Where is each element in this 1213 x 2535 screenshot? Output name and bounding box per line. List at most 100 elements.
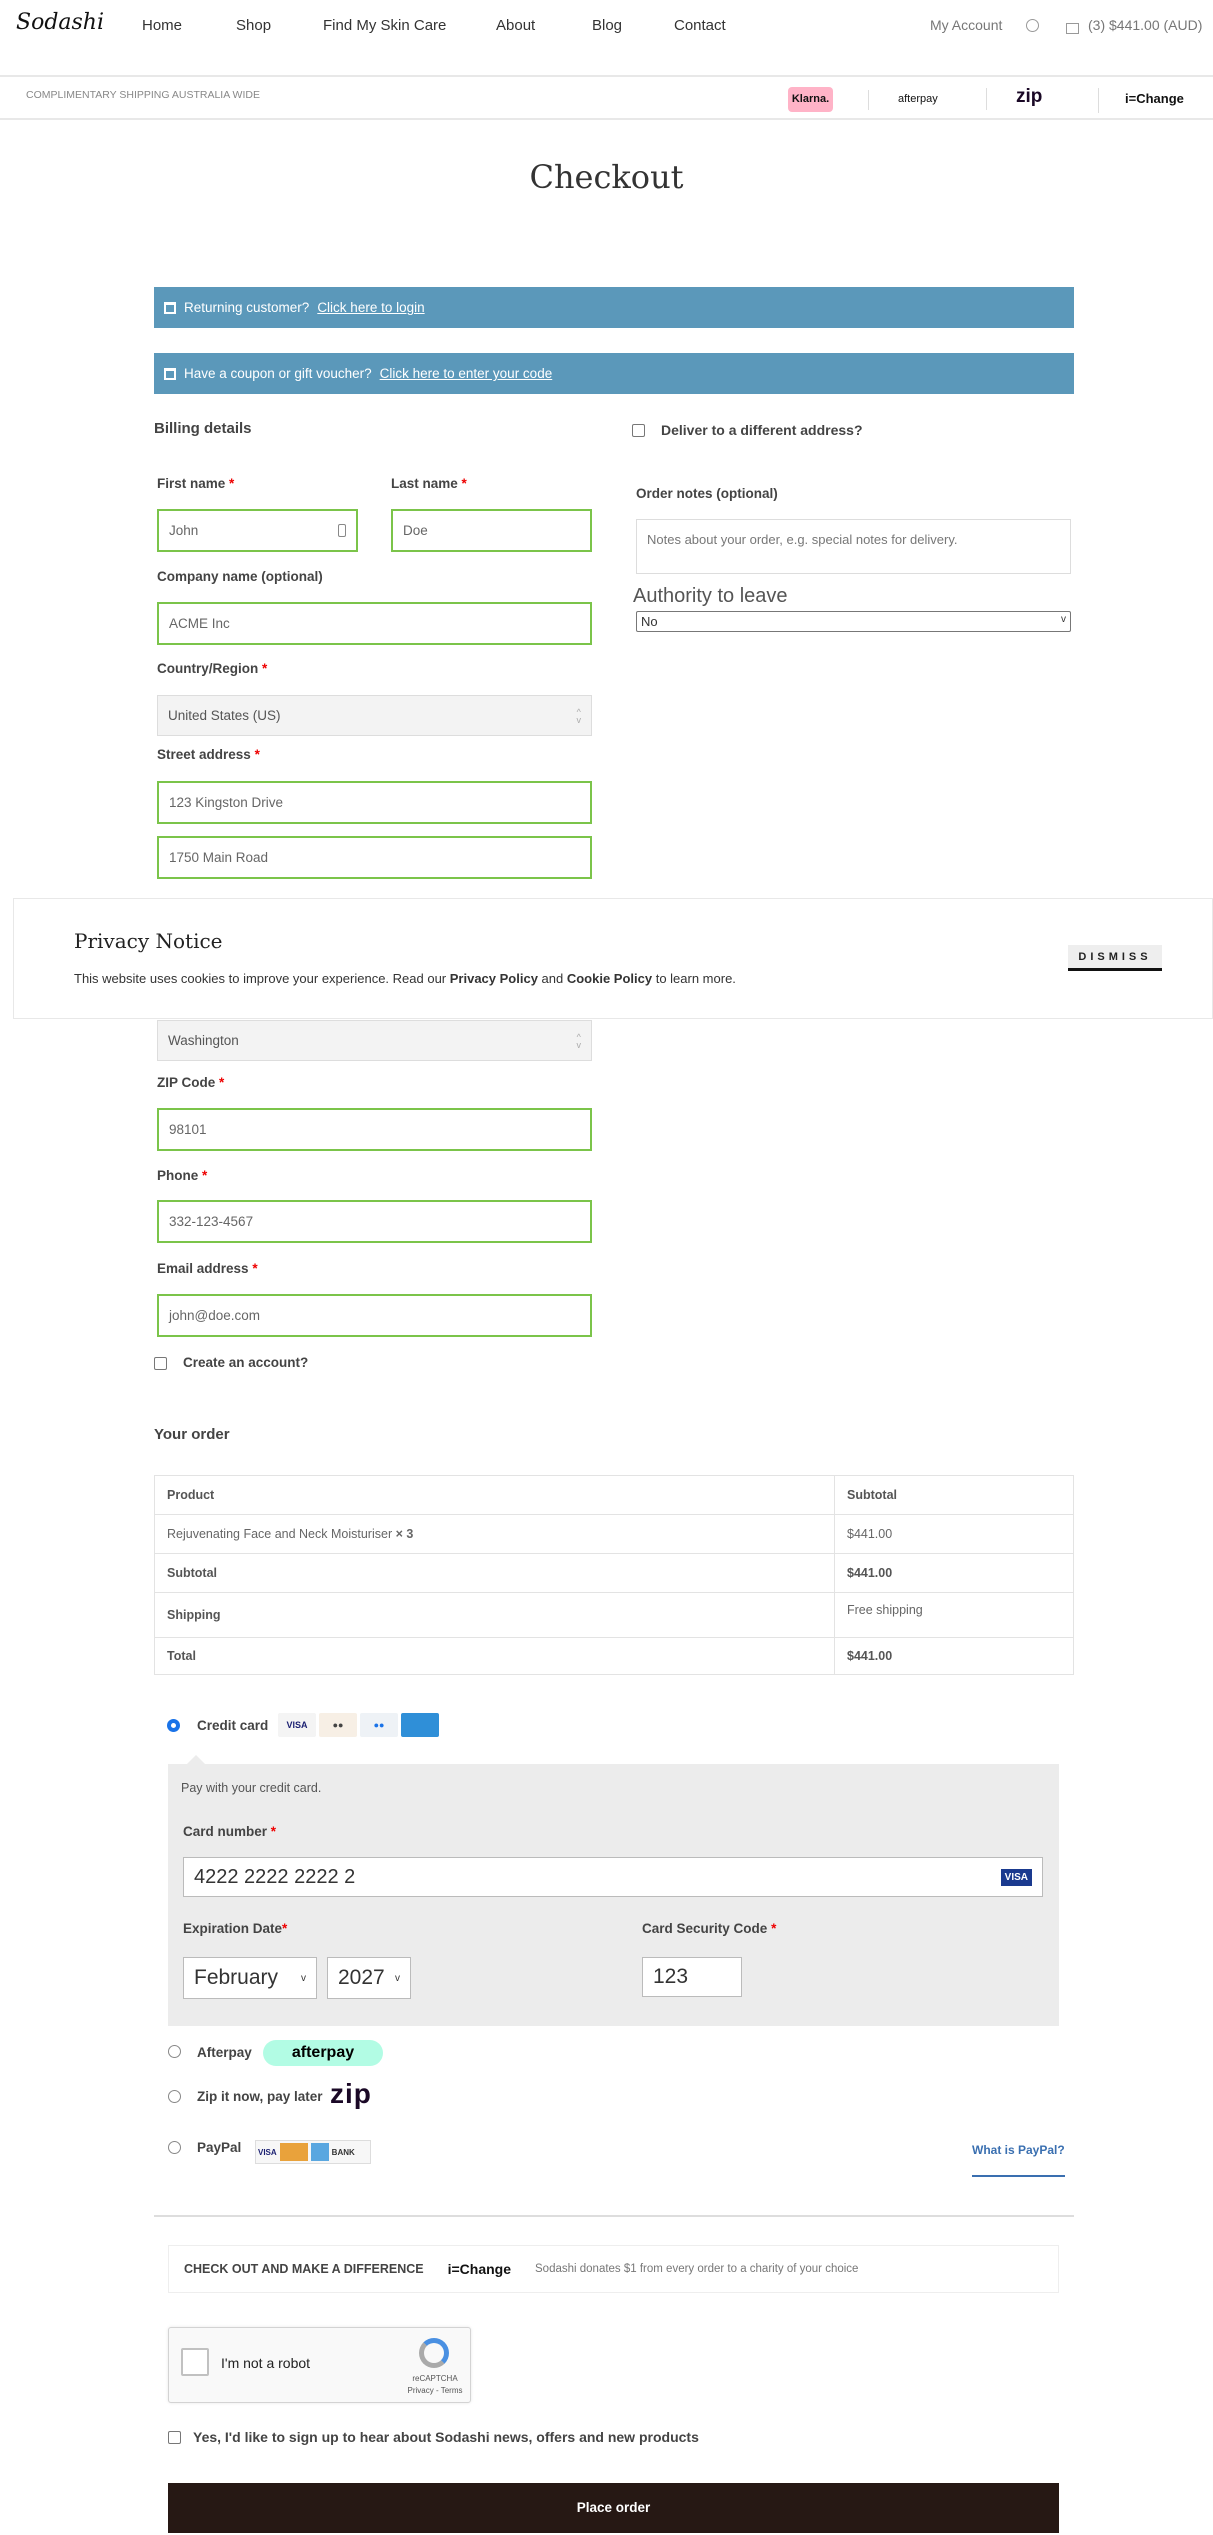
- autofill-icon[interactable]: [338, 524, 346, 537]
- search-icon[interactable]: [1026, 19, 1039, 32]
- recaptcha-checkbox[interactable]: [181, 2348, 209, 2376]
- paypal-radio[interactable]: [168, 2141, 181, 2154]
- order-notes-label: Order notes (optional): [636, 486, 778, 501]
- zip-radio[interactable]: [168, 2090, 181, 2103]
- page-title: Checkout: [529, 158, 684, 196]
- billing-title: Billing details: [154, 420, 252, 437]
- nav-home[interactable]: Home: [142, 17, 182, 34]
- place-order-button[interactable]: Place order: [168, 2483, 1059, 2533]
- zip-label: ZIP Code *: [157, 1075, 225, 1090]
- divider: [868, 90, 869, 110]
- phone-label: Phone *: [157, 1168, 208, 1183]
- chevron-down-icon: v: [1061, 614, 1066, 625]
- visa-icon: VISA: [1000, 1868, 1032, 1886]
- privacy-text: This website uses cookies to improve you…: [74, 971, 736, 986]
- mastercard-icon: ●●: [319, 1713, 357, 1737]
- afterpay-radio[interactable]: [168, 2045, 181, 2058]
- first-name-label: First name *: [157, 476, 235, 491]
- company-input[interactable]: ACME Inc: [157, 602, 592, 645]
- table-row: Rejuvenating Face and Neck Moisturiser ×…: [154, 1514, 1074, 1554]
- email-label: Email address *: [157, 1261, 258, 1276]
- expiration-label: Expiration Date*: [183, 1921, 288, 1936]
- table-row: Subtotal $441.00: [154, 1553, 1074, 1593]
- coupon-link[interactable]: Click here to enter your code: [380, 366, 553, 381]
- klarna-logo: Klarna.: [788, 87, 833, 112]
- afterpay-logo: afterpay: [263, 2040, 383, 2066]
- cart-total[interactable]: (3) $441.00 (AUD): [1088, 17, 1202, 33]
- street-address-1-input[interactable]: 123 Kingston Drive: [157, 781, 592, 824]
- login-link[interactable]: Click here to login: [317, 300, 424, 315]
- recaptcha-widget: I'm not a robot reCAPTCHA Privacy - Terms: [168, 2327, 471, 2403]
- divider: [1098, 88, 1099, 113]
- state-select[interactable]: Washington ^ v: [157, 1020, 592, 1061]
- zip-input[interactable]: 98101: [157, 1108, 592, 1151]
- recaptcha-label: I'm not a robot: [221, 2355, 311, 2371]
- pay-with-text: Pay with your credit card.: [181, 1781, 322, 1795]
- zip-logo: zip: [330, 2078, 372, 2109]
- ichange-heading: CHECK OUT AND MAKE A DIFFERENCE: [184, 2262, 424, 2276]
- card-number-input[interactable]: 4222 2222 2222 2 VISA: [183, 1857, 1043, 1897]
- authority-select[interactable]: No v: [636, 611, 1071, 632]
- chevron-down-icon: v: [301, 1972, 306, 1984]
- recaptcha-links[interactable]: Privacy - Terms: [407, 2386, 463, 2395]
- cart-icon[interactable]: [1066, 23, 1079, 34]
- ichange-text: Sodashi donates $1 from every order to a…: [535, 2263, 859, 2275]
- street-address-2-input[interactable]: 1750 Main Road: [157, 836, 592, 879]
- privacy-policy-link[interactable]: Privacy Policy: [450, 971, 538, 986]
- privacy-title: Privacy Notice: [74, 929, 223, 953]
- country-label: Country/Region *: [157, 661, 268, 676]
- afterpay-label[interactable]: Afterpay: [197, 2045, 252, 2060]
- ichange-box: CHECK OUT AND MAKE A DIFFERENCE i=Change…: [168, 2245, 1059, 2293]
- nav-about[interactable]: About: [496, 17, 535, 34]
- first-name-input[interactable]: John: [157, 509, 358, 552]
- afterpay-logo: afterpay: [898, 93, 938, 105]
- privacy-notice: Privacy Notice This website uses cookies…: [13, 898, 1213, 1019]
- nav-shop[interactable]: Shop: [236, 17, 271, 34]
- my-account-link[interactable]: My Account: [930, 17, 1002, 33]
- chevron-updown-icon: ^ v: [576, 1031, 582, 1050]
- create-account-checkbox[interactable]: [154, 1357, 167, 1370]
- newsletter-checkbox[interactable]: [168, 2431, 181, 2444]
- deliver-different-label: Deliver to a different address?: [661, 422, 863, 438]
- order-notes-textarea[interactable]: Notes about your order, e.g. special not…: [636, 519, 1071, 574]
- your-order-title: Your order: [154, 1426, 230, 1443]
- what-is-paypal-link[interactable]: What is PayPal?: [972, 2143, 1065, 2177]
- card-number-label: Card number *: [183, 1824, 277, 1839]
- window-icon: [164, 367, 176, 380]
- chevron-down-icon: v: [395, 1972, 400, 1984]
- exp-year-select[interactable]: 2027 v: [327, 1957, 411, 1999]
- newsletter-label: Yes, I'd like to sign up to hear about S…: [193, 2429, 699, 2445]
- csc-label: Card Security Code *: [642, 1921, 777, 1936]
- nav-find-my-skin-care[interactable]: Find My Skin Care: [323, 17, 446, 34]
- notice-text: Have a coupon or gift voucher?: [184, 366, 372, 381]
- logo[interactable]: Sodashi: [16, 10, 104, 35]
- shipping-promo: COMPLIMENTARY SHIPPING AUSTRALIA WIDE: [26, 89, 260, 101]
- email-input[interactable]: john@doe.com: [157, 1294, 592, 1337]
- nav-contact[interactable]: Contact: [674, 17, 726, 34]
- order-table: Product Subtotal Rejuvenating Face and Ne…: [154, 1475, 1074, 1675]
- pointer-arrow: [186, 1755, 206, 1765]
- create-account-label: Create an account?: [183, 1355, 309, 1370]
- dismiss-button[interactable]: DISMISS: [1068, 945, 1162, 971]
- last-name-input[interactable]: Doe: [391, 509, 592, 552]
- phone-input[interactable]: 332-123-4567: [157, 1200, 592, 1243]
- deliver-different-checkbox[interactable]: [632, 424, 645, 437]
- chevron-updown-icon: ^ v: [576, 706, 582, 725]
- zip-label[interactable]: Zip it now, pay later: [197, 2089, 323, 2104]
- recaptcha-icon: [419, 2338, 449, 2368]
- divider: [986, 88, 987, 110]
- zip-logo: zip: [1016, 86, 1043, 107]
- credit-card-label[interactable]: Credit card: [197, 1718, 268, 1733]
- credit-card-radio[interactable]: [167, 1719, 180, 1732]
- recaptcha-brand: reCAPTCHA Privacy - Terms: [407, 2374, 463, 2395]
- nav-blog[interactable]: Blog: [592, 17, 622, 34]
- authority-label: Authority to leave: [633, 585, 788, 607]
- csc-input[interactable]: 123: [642, 1957, 742, 1997]
- paypal-label[interactable]: PayPal: [197, 2140, 241, 2155]
- table-row: Shipping Free shipping: [154, 1592, 1074, 1638]
- returning-customer-notice: Returning customer? Click here to login: [154, 287, 1074, 328]
- country-select[interactable]: United States (US) ^ v: [157, 695, 592, 736]
- exp-month-select[interactable]: February v: [183, 1957, 317, 1999]
- cookie-policy-link[interactable]: Cookie Policy: [567, 971, 652, 986]
- divider: [154, 2215, 1074, 2217]
